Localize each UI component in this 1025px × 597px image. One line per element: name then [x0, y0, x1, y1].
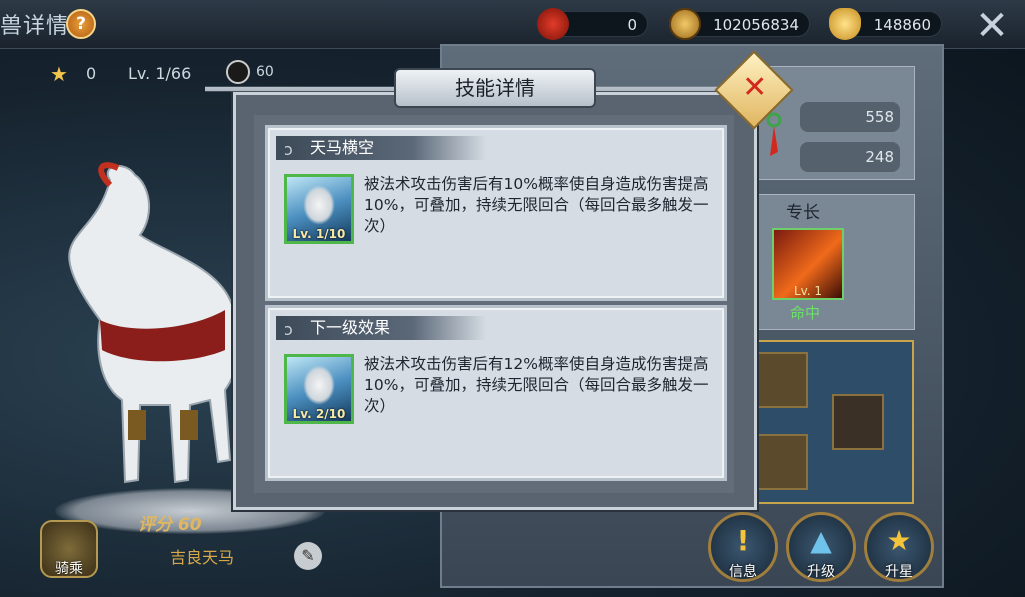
current-skill-title: 天马横空 — [310, 138, 375, 157]
swirl-icon: ↄ — [284, 320, 293, 339]
current-skill-title-bar: ↄ 天马横空 — [276, 136, 486, 160]
modal-title: 技能详情 — [394, 68, 596, 108]
pegasus-skill-icon: Lv. 2/10 — [284, 354, 354, 424]
next-level-card: ↄ 下一级效果 Lv. 2/10 被法术攻击伤害后有12%概率使自身造成伤害提高… — [265, 305, 727, 481]
pegasus-skill-icon: Lv. 1/10 — [284, 174, 354, 244]
next-level-title: 下一级效果 — [310, 318, 391, 337]
horse-mini-icon — [303, 365, 335, 405]
close-icon: ✕ — [742, 69, 768, 105]
current-skill-card: ↄ 天马横空 Lv. 1/10 被法术攻击伤害后有10%概率使自身造成伤害提高1… — [265, 125, 727, 301]
horse-mini-icon — [303, 185, 335, 225]
current-skill-level: Lv. 1/10 — [292, 227, 346, 241]
current-skill-description: 被法术攻击伤害后有10%概率使自身造成伤害提高10%，可叠加，持续无限回合（每回… — [364, 175, 709, 235]
next-skill-level: Lv. 2/10 — [292, 407, 346, 421]
next-level-title-bar: ↄ 下一级效果 — [276, 316, 486, 340]
swirl-icon: ↄ — [284, 140, 293, 159]
next-skill-description: 被法术攻击伤害后有12%概率使自身造成伤害提高10%，可叠加，持续无限回合（每回… — [364, 355, 709, 415]
tassel-ornament — [766, 112, 782, 156]
